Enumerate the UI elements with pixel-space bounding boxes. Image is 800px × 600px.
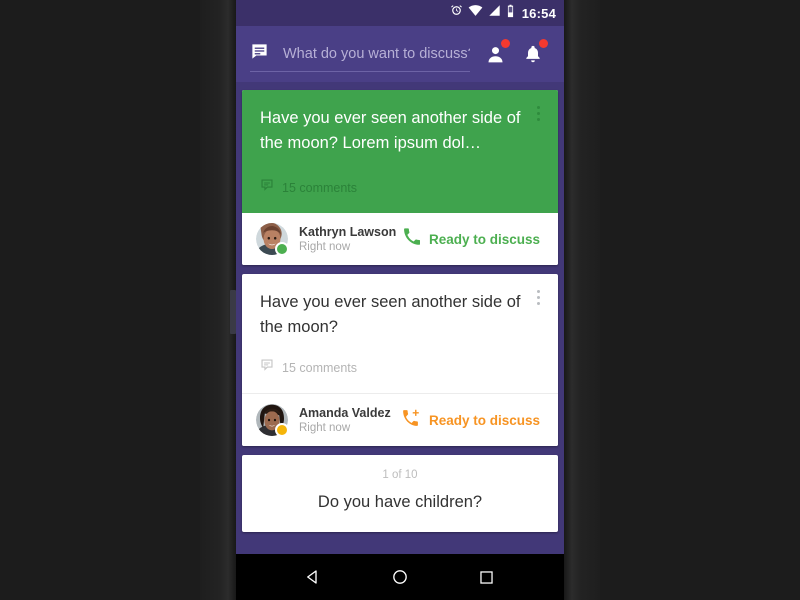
card-3-pager: 1 of 10 bbox=[382, 469, 418, 481]
overflow-menu-icon[interactable] bbox=[527, 100, 549, 126]
contacts-badge-dot bbox=[501, 39, 510, 48]
discussion-card-1[interactable]: Have you ever seen another side of the m… bbox=[242, 90, 558, 265]
card-2-user-meta: Amanda Valdez Right now bbox=[299, 406, 402, 435]
device-right-bezel bbox=[564, 0, 600, 600]
notifications-badge-dot bbox=[539, 39, 548, 48]
card-3-title: Do you have children? bbox=[317, 493, 483, 511]
search-input[interactable] bbox=[283, 45, 470, 62]
phone-call-icon bbox=[403, 228, 421, 250]
overflow-menu-icon[interactable] bbox=[527, 284, 549, 310]
phone-screen: 16:54 What do you want to discuss? Have … bbox=[236, 0, 564, 600]
card-2-comments-count: 15 comments bbox=[282, 360, 358, 375]
card-1-ready-label: Ready to discuss bbox=[428, 231, 540, 247]
avatar[interactable] bbox=[256, 223, 289, 256]
notifications-button[interactable] bbox=[514, 35, 552, 73]
android-navigation-bar bbox=[236, 554, 564, 600]
back-button[interactable] bbox=[292, 556, 334, 598]
phone-add-icon bbox=[402, 409, 420, 432]
cellular-signal-icon bbox=[488, 4, 501, 22]
presence-dot-away bbox=[275, 423, 289, 437]
comment-bubble-icon bbox=[260, 178, 274, 197]
discussion-card-2[interactable]: Have you ever seen another side of the m… bbox=[242, 274, 558, 446]
discussion-search-field[interactable] bbox=[250, 37, 470, 72]
card-2-ready-to-discuss-button[interactable]: Ready to discuss bbox=[402, 409, 544, 432]
battery-icon bbox=[506, 4, 515, 23]
card-2-body: Have you ever seen another side of the m… bbox=[242, 274, 558, 393]
card-1-footer: Kathryn Lawson Right now Ready to discus… bbox=[242, 213, 558, 265]
card-2-user-name: Amanda Valdez bbox=[299, 405, 391, 420]
card-1-comments-row[interactable]: 15 comments bbox=[260, 178, 540, 205]
contacts-button[interactable] bbox=[476, 35, 514, 73]
card-1-body: Have you ever seen another side of the m… bbox=[242, 90, 558, 213]
wifi-icon bbox=[468, 4, 483, 22]
card-2-footer: Amanda Valdez Right now Ready to discuss bbox=[242, 393, 558, 446]
home-button[interactable] bbox=[379, 556, 421, 598]
card-1-ready-to-discuss-button[interactable]: Ready to discuss bbox=[403, 228, 544, 250]
card-2-user-time: Right now bbox=[299, 421, 351, 434]
comment-bubble-icon bbox=[260, 358, 274, 377]
presence-dot-online bbox=[275, 242, 289, 256]
app-toolbar bbox=[236, 26, 564, 82]
card-2-comments-row[interactable]: 15 comments bbox=[260, 358, 540, 385]
card-1-user-time: Right now bbox=[299, 240, 351, 253]
card-1-user-meta: Kathryn Lawson Right now bbox=[299, 225, 403, 254]
alarm-icon bbox=[450, 4, 463, 22]
status-bar: 16:54 bbox=[236, 0, 564, 26]
card-1-title: Have you ever seen another side of the m… bbox=[260, 109, 521, 152]
recents-button[interactable] bbox=[466, 556, 508, 598]
card-2-title: Have you ever seen another side of the m… bbox=[260, 293, 521, 336]
phone-device-frame: 16:54 What do you want to discuss? Have … bbox=[200, 0, 600, 600]
status-bar-clock: 16:54 bbox=[521, 5, 556, 21]
discussion-feed[interactable]: Have you ever seen another side of the m… bbox=[236, 82, 564, 600]
avatar[interactable] bbox=[256, 404, 289, 437]
chat-message-icon bbox=[250, 42, 269, 66]
card-2-ready-label: Ready to discuss bbox=[428, 412, 540, 428]
card-1-user-name: Kathryn Lawson bbox=[299, 224, 397, 239]
card-1-comments-count: 15 comments bbox=[282, 180, 358, 195]
discussion-card-3[interactable]: 1 of 10 Do you have children? bbox=[242, 455, 558, 532]
screenshot-stage: 16:54 What do you want to discuss? Have … bbox=[0, 0, 800, 600]
